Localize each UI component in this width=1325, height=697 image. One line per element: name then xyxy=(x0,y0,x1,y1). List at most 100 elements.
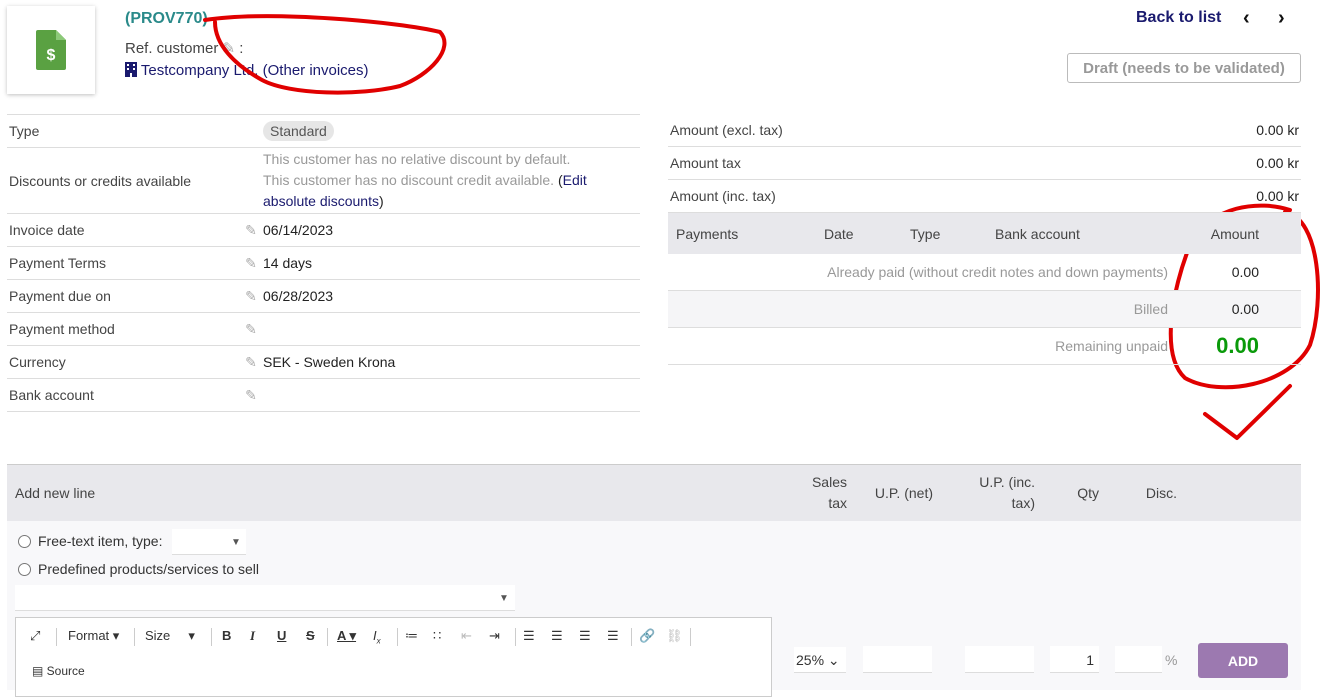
discount-input[interactable] xyxy=(1115,646,1162,673)
strikethrough-icon[interactable]: S xyxy=(306,628,315,643)
payments-col-date: Date xyxy=(824,225,854,242)
qty-value: 1 xyxy=(1086,652,1094,668)
unlink-icon[interactable]: ⛓ xyxy=(666,628,683,644)
edit-payment-method-icon[interactable]: ✎ xyxy=(239,321,263,338)
payment-terms-value: 14 days xyxy=(263,255,313,271)
source-button[interactable]: ▤ Source xyxy=(32,664,85,678)
edit-payment-terms-icon[interactable]: ✎ xyxy=(239,255,263,272)
row-bank-account: Bank account ✎ xyxy=(7,379,640,412)
payment-due-label: Payment due on xyxy=(9,288,111,304)
currency-value: SEK - Sweden Krona xyxy=(263,354,396,370)
col-qty: Qty xyxy=(1077,485,1099,501)
vat-value: 25% xyxy=(796,652,825,668)
row-currency: Currency ✎ SEK - Sweden Krona xyxy=(7,346,640,379)
payment-terms-label: Payment Terms xyxy=(9,255,106,271)
col-up-net: U.P. (net) xyxy=(874,485,933,501)
remaining-unpaid-label: Remaining unpaid xyxy=(1055,338,1168,354)
remove-format-icon[interactable]: Ix xyxy=(373,628,381,646)
maximize-icon[interactable]: ⤢ xyxy=(30,628,40,644)
billed-label: Billed xyxy=(1133,301,1168,317)
col-up-inc-line1: U.P. (inc. xyxy=(979,474,1035,490)
free-text-option[interactable]: Free-text item, type: xyxy=(18,533,162,549)
discount-relative-text: This customer has no relative discount b… xyxy=(263,151,571,167)
product-select[interactable]: ▼ xyxy=(15,585,515,611)
amount-tax-value: 0.00 kr xyxy=(1256,155,1299,171)
bank-account-label: Bank account xyxy=(9,387,94,403)
add-line-header: Add new line Sales tax U.P. (net) U.P. (… xyxy=(7,464,1301,521)
format-dropdown[interactable]: Format ▾ xyxy=(68,628,119,644)
type-badge: Standard xyxy=(263,121,334,141)
payments-col-amount: Amount xyxy=(1210,225,1259,242)
outdent-icon[interactable]: ⇤ xyxy=(461,628,472,644)
bullet-list-icon[interactable]: ∷ xyxy=(433,628,441,644)
free-text-radio[interactable] xyxy=(18,535,31,548)
billed-value: 0.00 xyxy=(1231,301,1259,317)
currency-label: Currency xyxy=(9,354,66,370)
bold-icon[interactable]: B xyxy=(222,628,231,643)
row-remaining-unpaid: Remaining unpaid 0.00 xyxy=(668,328,1301,365)
invoice-date-value: 06/14/2023 xyxy=(263,222,334,238)
already-paid-value: 0.00 xyxy=(1231,264,1259,280)
size-label: Size xyxy=(145,628,171,643)
description-editor[interactable]: ⤢ Format ▾ Size ▾ B I U S A ▾ Ix ≔ ∷ ⇤ ⇥… xyxy=(15,617,772,697)
amounts-panel: Amount (excl. tax) 0.00 kr Amount tax 0.… xyxy=(668,114,1301,365)
free-text-type-select[interactable]: ▼ xyxy=(172,529,246,555)
edit-invoice-date-icon[interactable]: ✎ xyxy=(239,222,263,239)
annotation-arrow xyxy=(1203,384,1292,440)
chevron-down-icon: ▼ xyxy=(499,593,509,604)
row-already-paid: Already paid (without credit notes and d… xyxy=(668,254,1301,291)
row-type: Type Standard xyxy=(7,115,640,148)
type-label: Type xyxy=(9,123,40,139)
align-center-icon[interactable]: ☰ xyxy=(551,628,563,644)
remaining-unpaid-value: 0.00 xyxy=(1216,333,1259,358)
amount-excl-label: Amount (excl. tax) xyxy=(670,122,783,138)
row-amount-excl: Amount (excl. tax) 0.00 kr xyxy=(668,114,1301,147)
row-invoice-date: Invoice date ✎ 06/14/2023 xyxy=(7,214,640,247)
numbered-list-icon[interactable]: ≔ xyxy=(405,628,418,644)
amount-inc-label: Amount (inc. tax) xyxy=(670,188,776,204)
col-disc: Disc. xyxy=(1145,485,1177,501)
free-text-label: Free-text item, type: xyxy=(38,533,163,549)
add-button[interactable]: ADD xyxy=(1198,643,1288,678)
format-label: Format xyxy=(68,628,110,643)
payment-due-value: 06/28/2023 xyxy=(263,288,334,304)
size-dropdown[interactable]: Size ▾ xyxy=(145,628,195,644)
predefined-option[interactable]: Predefined products/services to sell xyxy=(18,561,259,577)
payments-header: Payments Date Type Bank account Amount xyxy=(668,213,1301,254)
chevron-down-icon: ▼ xyxy=(231,537,241,548)
amount-tax-label: Amount tax xyxy=(670,155,741,171)
up-net-input[interactable] xyxy=(863,646,932,673)
row-payment-method: Payment method ✎ xyxy=(7,313,640,346)
col-up-inc-line2: tax) xyxy=(1011,495,1035,511)
edit-bank-account-icon[interactable]: ✎ xyxy=(239,387,263,404)
row-payment-terms: Payment Terms ✎ 14 days xyxy=(7,247,640,280)
col-sales-tax: Sales tax xyxy=(803,472,847,514)
amount-excl-value: 0.00 kr xyxy=(1256,122,1299,138)
predefined-radio[interactable] xyxy=(18,563,31,576)
col-sales-tax-line2: tax xyxy=(828,495,847,511)
add-line-title: Add new line xyxy=(15,485,96,501)
discount-credit-text: This customer has no discount credit ava… xyxy=(263,172,555,188)
align-left-icon[interactable]: ☰ xyxy=(523,628,535,644)
up-inc-input[interactable] xyxy=(965,646,1034,673)
align-justify-icon[interactable]: ☰ xyxy=(607,628,619,644)
edit-currency-icon[interactable]: ✎ xyxy=(239,354,263,371)
underline-icon[interactable]: U xyxy=(277,628,286,643)
italic-icon[interactable]: I xyxy=(250,628,255,644)
link-icon[interactable]: 🔗 xyxy=(639,628,655,644)
invoice-date-label: Invoice date xyxy=(9,222,85,238)
payments-col-payments: Payments xyxy=(676,225,739,242)
qty-input[interactable]: 1 xyxy=(1050,646,1099,673)
text-color-icon[interactable]: A ▾ xyxy=(337,628,356,644)
indent-icon[interactable]: ⇥ xyxy=(489,628,500,644)
invoice-info-table: Type Standard Discounts or credits avail… xyxy=(7,114,640,412)
edit-payment-due-icon[interactable]: ✎ xyxy=(239,288,263,305)
vat-select[interactable]: 25% ⌄ xyxy=(794,647,846,673)
align-right-icon[interactable]: ☰ xyxy=(579,628,591,644)
amount-inc-value: 0.00 kr xyxy=(1256,188,1299,204)
row-billed: Billed 0.00 xyxy=(668,291,1301,328)
source-label: Source xyxy=(46,664,85,678)
already-paid-label: Already paid (without credit notes and d… xyxy=(827,264,1168,280)
discount-link-close: ) xyxy=(378,193,384,209)
row-amount-tax: Amount tax 0.00 kr xyxy=(668,147,1301,180)
